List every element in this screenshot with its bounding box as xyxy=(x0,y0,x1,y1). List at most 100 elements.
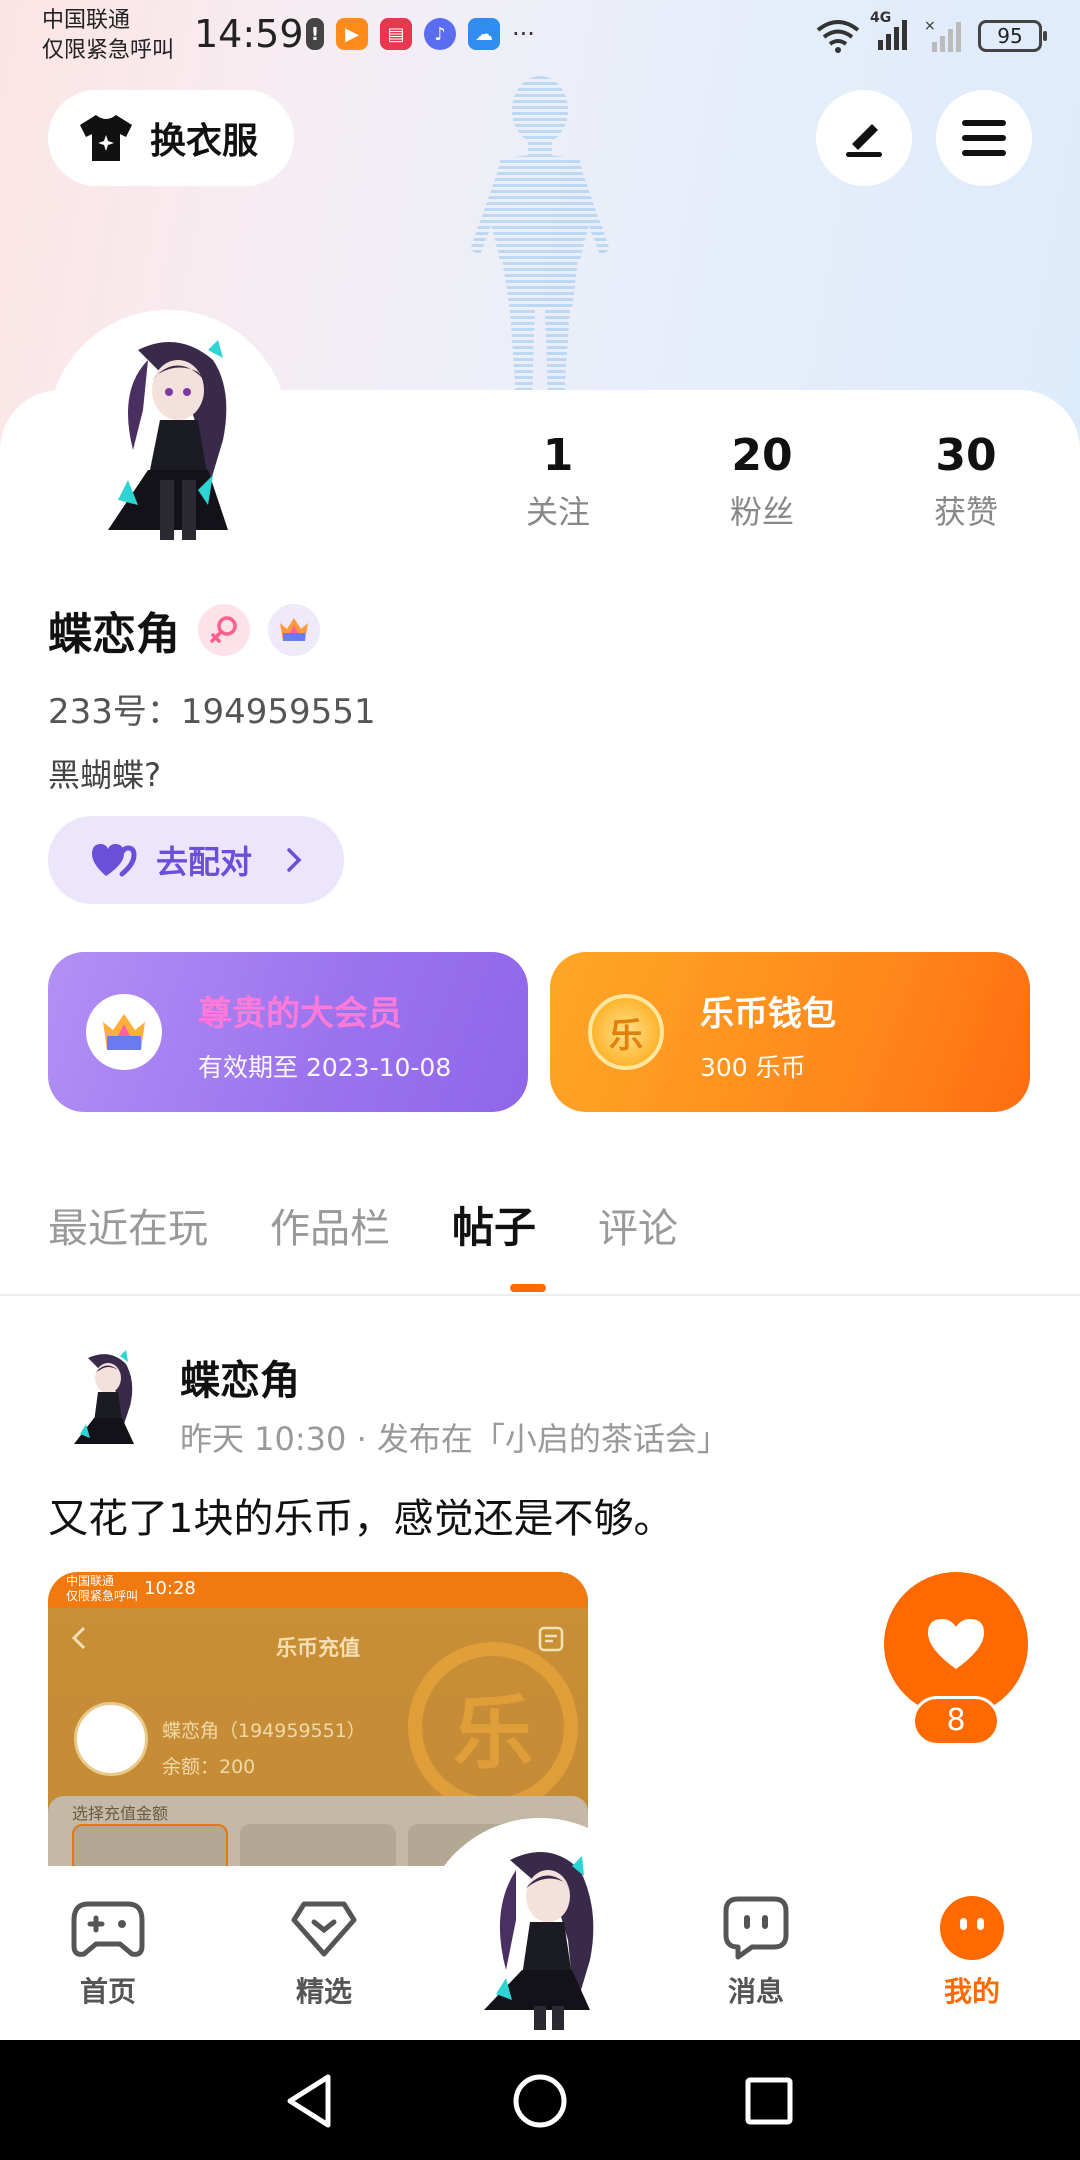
nav-featured-label: 精选 xyxy=(295,1975,352,2008)
nav-mine-label: 我的 xyxy=(943,1975,1000,2008)
vip-title: 尊贵的大会员 xyxy=(198,994,402,1034)
change-outfit-label: 换衣服 xyxy=(150,121,259,162)
followers-stat[interactable]: 20 粉丝 xyxy=(682,430,842,533)
tshirt-icon xyxy=(80,115,132,161)
profile-face-icon xyxy=(940,1896,1004,1960)
following-stat[interactable]: 1 关注 xyxy=(478,430,638,533)
image-amount-option xyxy=(240,1824,396,1872)
post-author-avatar[interactable] xyxy=(48,1342,158,1452)
image-carrier-text: 中国联通 仅限紧急呼叫 xyxy=(66,1574,138,1604)
more-notifications: ··· xyxy=(512,20,535,48)
svg-text:×: × xyxy=(924,18,936,34)
nav-home[interactable]: 首页 xyxy=(38,1890,178,2010)
image-user-name: 蝶恋角（194959551） xyxy=(162,1720,366,1742)
image-balance: 余额：200 xyxy=(162,1756,256,1778)
edit-profile-button[interactable] xyxy=(816,90,912,186)
user-bio: 黑蝴蝶? xyxy=(48,756,161,794)
signal-4g-icon: 4G xyxy=(870,10,914,56)
following-label: 关注 xyxy=(525,493,590,531)
nav-mine[interactable]: 我的 xyxy=(902,1890,1042,2010)
nav-home-label: 首页 xyxy=(79,1975,136,2008)
wallet-balance: 300 乐币 xyxy=(700,1053,806,1082)
hearts-icon xyxy=(92,844,137,877)
coin-icon: 乐 xyxy=(588,994,664,1070)
recents-square-icon xyxy=(745,2077,793,2125)
alert-icon: ! xyxy=(306,18,324,50)
nav-messages[interactable]: 消息 xyxy=(686,1890,826,2010)
system-navigation-bar xyxy=(0,2040,1080,2160)
tab-comments[interactable]: 评论 xyxy=(598,1196,678,1254)
active-tab-indicator xyxy=(510,1284,546,1292)
image-clock: 10:28 xyxy=(144,1578,196,1599)
pencil-icon xyxy=(846,124,882,157)
female-gender-icon xyxy=(198,604,250,656)
gamepad-icon xyxy=(71,1901,145,1957)
pair-label: 去配对 xyxy=(156,843,253,881)
avatar-character-image xyxy=(48,310,288,550)
system-back-button[interactable] xyxy=(274,2066,344,2136)
book-app-icon: ▤ xyxy=(380,18,412,50)
wallet-title: 乐币钱包 xyxy=(700,994,836,1034)
likes-stat[interactable]: 30 获赞 xyxy=(886,430,1046,533)
image-amount-option xyxy=(72,1824,228,1872)
avatar[interactable] xyxy=(48,310,288,550)
signal-empty-icon: × xyxy=(924,18,961,52)
post-meta: 昨天 10:30 · 发布在「小启的茶话会」 xyxy=(180,1420,729,1458)
image-list-icon xyxy=(538,1626,564,1652)
vip-membership-card[interactable]: 尊贵的大会员 有效期至 2023-10-08 xyxy=(48,952,528,1112)
tab-posts[interactable]: 帖子 xyxy=(452,1194,536,1255)
like-button[interactable] xyxy=(884,1572,1028,1716)
tab-works[interactable]: 作品栏 xyxy=(270,1196,390,1254)
followers-count: 20 xyxy=(731,430,793,481)
tab-recent-played[interactable]: 最近在玩 xyxy=(48,1196,208,1254)
coin-char: 乐 xyxy=(609,1015,643,1056)
battery-icon: 95 xyxy=(978,20,1047,52)
menu-button[interactable] xyxy=(936,90,1032,186)
heart-gem-icon xyxy=(291,1901,357,1957)
video-app-icon: ▶ xyxy=(336,18,368,50)
following-count: 1 xyxy=(542,430,574,481)
user-id: 233号：194959551 xyxy=(48,692,376,732)
post-author-name[interactable]: 蝶恋角 xyxy=(180,1348,300,1406)
carrier-status: 仅限紧急呼叫 xyxy=(42,38,175,63)
character-hologram xyxy=(470,76,610,400)
chevron-right-icon xyxy=(287,848,302,872)
notification-icons: ! ▶ ▤ ♪ ☁ ··· xyxy=(306,18,535,50)
cloud-app-icon: ☁ xyxy=(468,18,500,50)
like-count: 8 xyxy=(912,1696,1000,1746)
music-app-icon: ♪ xyxy=(424,18,456,50)
system-home-button[interactable] xyxy=(505,2066,575,2136)
nav-featured[interactable]: 精选 xyxy=(254,1890,394,2010)
chat-bubble-icon xyxy=(723,1896,789,1960)
carrier-name: 中国联通 xyxy=(42,8,131,33)
pair-button[interactable]: 去配对 xyxy=(48,816,344,904)
image-carrier-status: 仅限紧急呼叫 xyxy=(66,1589,139,1603)
status-bar: 中国联通 仅限紧急呼叫 14:59 ! ▶ ▤ ♪ ☁ ··· 4G × 95 xyxy=(0,0,1080,72)
username: 蝶恋角 xyxy=(48,609,180,660)
wifi-icon xyxy=(816,20,860,53)
tabs-divider xyxy=(0,1294,1080,1296)
system-icons: 4G × 95 xyxy=(816,10,1047,56)
vip-expiry: 有效期至 2023-10-08 xyxy=(198,1053,452,1082)
menu-icon xyxy=(962,120,1006,156)
carrier-text: 中国联通 仅限紧急呼叫 xyxy=(42,6,174,66)
nav-messages-label: 消息 xyxy=(727,1975,784,2008)
image-section-label: 选择充值金额 xyxy=(72,1804,169,1823)
image-carrier-name: 中国联通 xyxy=(66,1574,115,1588)
nav-center-avatar[interactable] xyxy=(460,1840,620,2030)
network-type: 4G xyxy=(870,10,892,26)
followers-label: 粉丝 xyxy=(729,493,794,531)
likes-label: 获赞 xyxy=(933,493,998,531)
vip-crown-badge-icon[interactable] xyxy=(268,604,320,656)
change-outfit-button[interactable]: 换衣服 xyxy=(48,90,294,186)
back-triangle-icon xyxy=(287,2074,331,2128)
system-recents-button[interactable] xyxy=(734,2066,804,2136)
post-text: 又花了1块的乐币，感觉还是不够。 xyxy=(48,1496,674,1542)
image-coin-watermark: 乐 xyxy=(408,1642,578,1812)
wallet-card[interactable]: 乐 乐币钱包 300 乐币 xyxy=(550,952,1030,1112)
likes-count: 30 xyxy=(935,430,997,481)
heart-icon xyxy=(928,1619,984,1669)
home-circle-icon xyxy=(513,2074,567,2128)
profile-tabs: 最近在玩 作品栏 帖子 评论 xyxy=(48,1194,678,1255)
username-row: 蝶恋角 xyxy=(48,598,320,662)
